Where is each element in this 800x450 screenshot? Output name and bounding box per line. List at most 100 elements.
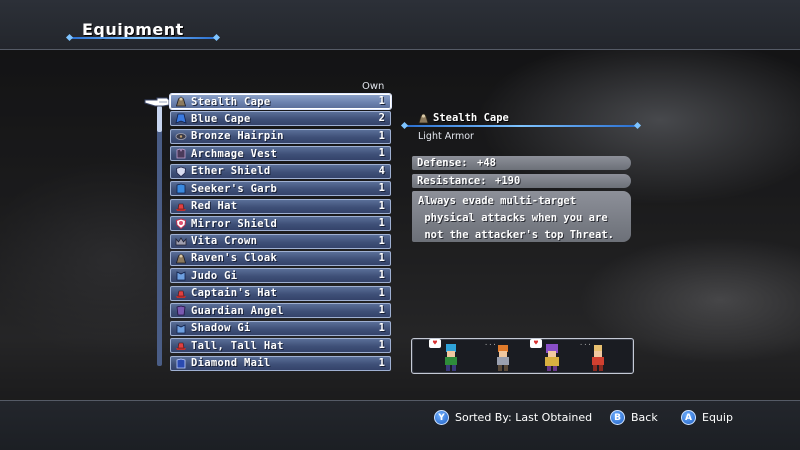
list-scroll-thumb[interactable] bbox=[157, 106, 162, 132]
defense-label: Defense: bbox=[417, 157, 468, 169]
item-count: 1 bbox=[378, 321, 385, 334]
defense-stat: Defense: +48 bbox=[412, 156, 631, 170]
list-item[interactable]: Diamond Mail 1 bbox=[170, 355, 391, 371]
list-item[interactable]: Ether Shield 4 bbox=[170, 163, 391, 179]
back-action[interactable]: B Back bbox=[610, 410, 658, 425]
hat-icon bbox=[175, 288, 187, 299]
item-name: Captain's Hat bbox=[191, 287, 278, 300]
garb-icon bbox=[175, 183, 187, 194]
item-name: Guardian Angel bbox=[191, 304, 284, 317]
item-count: 1 bbox=[378, 304, 385, 317]
list-item[interactable]: Tall, Tall Hat 1 bbox=[170, 338, 391, 354]
list-scrollbar[interactable] bbox=[157, 106, 162, 366]
item-count: 4 bbox=[378, 164, 385, 177]
game-backdrop bbox=[0, 0, 800, 450]
party-member-1[interactable]: ♥ bbox=[429, 339, 463, 373]
item-count: 1 bbox=[378, 234, 385, 247]
detail-underline bbox=[405, 125, 637, 127]
item-name: Vita Crown bbox=[191, 235, 258, 247]
hat-icon bbox=[175, 340, 187, 351]
sort-action[interactable]: Y Sorted By: Last Obtained bbox=[434, 410, 592, 425]
character-sprite-1 bbox=[445, 344, 457, 371]
title-underline bbox=[70, 37, 216, 39]
crown-icon bbox=[175, 236, 187, 247]
character-sprite-3 bbox=[545, 344, 559, 371]
item-name: Raven's Cloak bbox=[191, 252, 278, 265]
equip-label: Equip bbox=[702, 411, 733, 424]
item-name: Mirror Shield bbox=[191, 217, 278, 230]
item-count: 1 bbox=[378, 356, 385, 369]
back-label: Back bbox=[631, 411, 658, 424]
cape-icon bbox=[175, 113, 187, 125]
list-item[interactable]: Blue Cape 2 bbox=[170, 111, 391, 127]
party-member-2[interactable]: ··· bbox=[484, 342, 515, 373]
hat-icon bbox=[175, 201, 187, 212]
item-name: Seeker's Garb bbox=[191, 182, 278, 195]
item-description: Always evade multi-target physical attac… bbox=[412, 191, 631, 242]
party-member-3[interactable]: ♥ bbox=[530, 339, 564, 373]
header-bar: Equipment bbox=[0, 0, 800, 50]
item-count: 1 bbox=[378, 339, 385, 352]
item-name: Archmage Vest bbox=[191, 147, 278, 160]
item-count: 1 bbox=[378, 269, 385, 282]
list-item[interactable]: Red Hat 1 bbox=[170, 198, 391, 214]
shield-icon bbox=[175, 166, 187, 177]
item-count: 1 bbox=[378, 147, 385, 160]
dots-icon: ··· bbox=[579, 341, 592, 349]
item-count: 1 bbox=[378, 286, 385, 299]
list-item[interactable]: Archmage Vest 1 bbox=[170, 146, 391, 162]
detail-category: Light Armor bbox=[418, 131, 474, 142]
item-count: 1 bbox=[378, 199, 385, 212]
hairpin-icon bbox=[175, 131, 187, 142]
y-button-icon: Y bbox=[434, 410, 449, 425]
item-count: 1 bbox=[378, 182, 385, 195]
equipment-list: Stealth Cape 1 Blue Cape 2 Bronze Hairpin 1 Ar… bbox=[169, 93, 392, 373]
cloak-icon bbox=[175, 253, 187, 264]
item-name: Bronze Hairpin bbox=[191, 130, 284, 143]
gi-icon bbox=[175, 323, 187, 334]
list-item[interactable]: Bronze Hairpin 1 bbox=[170, 128, 391, 144]
party-panel: ♥ ··· ♥ ··· bbox=[411, 338, 634, 374]
list-item[interactable]: Captain's Hat 1 bbox=[170, 285, 391, 301]
defense-value: +48 bbox=[477, 157, 496, 169]
resistance-stat: Resistance: +190 bbox=[412, 174, 631, 188]
resistance-value: +190 bbox=[495, 175, 521, 187]
mirror-shield-icon bbox=[175, 218, 187, 230]
equip-action[interactable]: A Equip bbox=[681, 410, 733, 425]
dots-icon: ··· bbox=[484, 341, 497, 349]
item-count: 1 bbox=[378, 95, 385, 107]
armor-icon bbox=[175, 305, 187, 316]
item-name: Judo Gi bbox=[191, 269, 238, 282]
description-line-3: not the attacker's top Threat. bbox=[418, 229, 614, 241]
mail-icon bbox=[175, 358, 187, 369]
footer-bar: Y Sorted By: Last Obtained B Back A Equi… bbox=[0, 400, 800, 450]
resistance-label: Resistance: bbox=[417, 175, 487, 187]
a-button-icon: A bbox=[681, 410, 696, 425]
list-item[interactable]: Vita Crown 1 bbox=[170, 233, 391, 249]
detail-item-name: Stealth Cape bbox=[433, 112, 509, 124]
cloak-icon bbox=[418, 112, 429, 123]
heart-icon: ♥ bbox=[429, 339, 441, 348]
list-item[interactable]: Shadow Gi 1 bbox=[170, 320, 391, 336]
cloak-icon bbox=[175, 96, 187, 107]
item-name: Stealth Cape bbox=[191, 95, 271, 108]
vest-icon bbox=[175, 148, 187, 159]
list-item[interactable]: Guardian Angel 1 bbox=[170, 303, 391, 319]
list-item[interactable]: Mirror Shield 1 bbox=[170, 216, 391, 232]
own-column-header: Own bbox=[362, 81, 385, 92]
description-line-2: physical attacks when you are bbox=[418, 212, 608, 224]
pointing-hand-icon bbox=[144, 97, 170, 107]
sort-label: Sorted By: Last Obtained bbox=[455, 411, 593, 424]
list-item[interactable]: Judo Gi 1 bbox=[170, 268, 391, 284]
item-name: Ether Shield bbox=[191, 165, 271, 178]
party-member-4[interactable]: ··· bbox=[579, 342, 610, 373]
item-count: 1 bbox=[378, 129, 385, 142]
item-name: Shadow Gi bbox=[191, 322, 251, 335]
b-button-icon: B bbox=[610, 410, 625, 425]
item-count: 1 bbox=[378, 217, 385, 230]
list-item[interactable]: Raven's Cloak 1 bbox=[170, 250, 391, 266]
list-item[interactable]: Stealth Cape 1 bbox=[169, 93, 392, 110]
list-item[interactable]: Seeker's Garb 1 bbox=[170, 181, 391, 197]
item-name: Red Hat bbox=[191, 200, 238, 213]
gi-icon bbox=[175, 270, 187, 281]
